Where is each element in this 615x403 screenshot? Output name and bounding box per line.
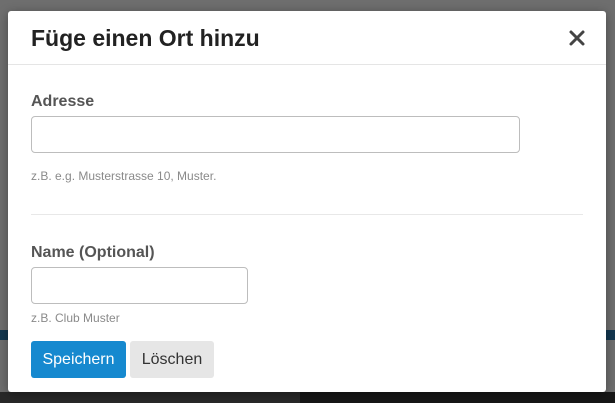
delete-button[interactable]: Löschen	[130, 341, 214, 378]
section-divider	[31, 214, 583, 215]
dialog-title: Füge einen Ort hinzu	[31, 25, 260, 51]
save-button[interactable]: Speichern	[31, 341, 126, 378]
add-location-dialog: Füge einen Ort hinzu Adresse z.B. e.g. M…	[8, 11, 606, 392]
name-label: Name (Optional)	[31, 244, 155, 261]
address-hint: z.B. e.g. Musterstrasse 10, Muster.	[31, 169, 217, 183]
dialog-header: Füge einen Ort hinzu	[8, 11, 606, 65]
close-icon	[569, 30, 585, 46]
name-input[interactable]	[31, 267, 248, 304]
address-label: Adresse	[31, 93, 95, 110]
close-button[interactable]	[564, 25, 590, 51]
address-input[interactable]	[31, 116, 520, 153]
name-hint: z.B. Club Muster	[31, 311, 120, 325]
